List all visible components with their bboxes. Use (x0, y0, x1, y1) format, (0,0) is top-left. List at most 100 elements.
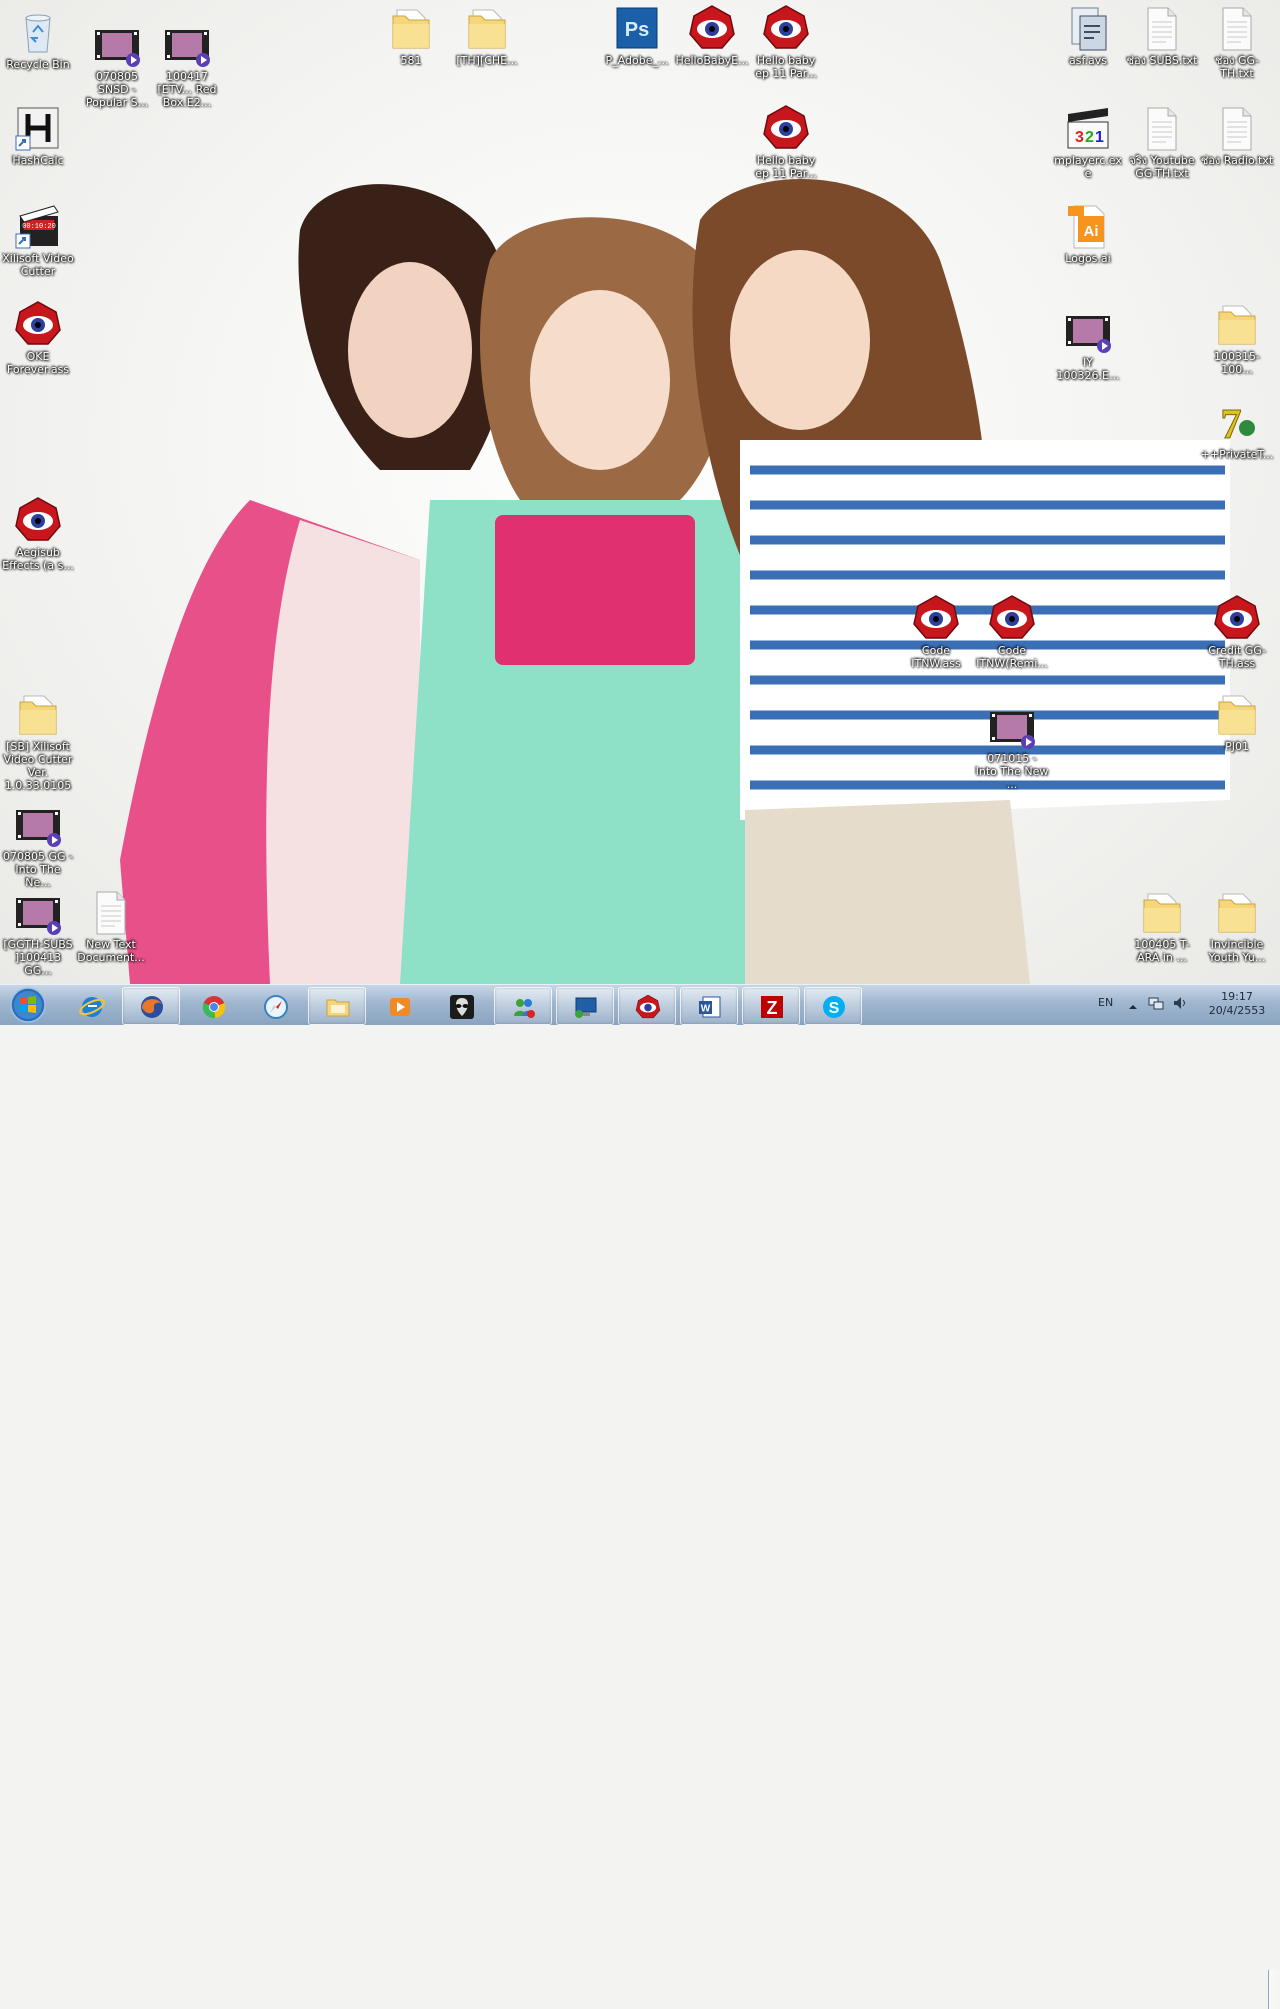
recycle-bin-icon (14, 8, 62, 56)
taskbar-button-alien[interactable] (432, 987, 490, 1025)
desktop-icon-label: P_Adobe_... (605, 54, 669, 67)
text-file-icon (1138, 4, 1186, 52)
desktop-icon-folder-581[interactable]: 581 (373, 4, 449, 67)
desktop-icon-folder-100405[interactable]: 100405 T-ARA in ... (1124, 888, 1200, 964)
video-file-icon (988, 702, 1036, 750)
aegisub-icon (14, 496, 62, 544)
text-file-icon (1213, 4, 1261, 52)
desktop-icon-radio-txt[interactable]: ช่อง Radio.txt (1199, 104, 1275, 167)
desktop-icon-folder-pj01[interactable]: PJ01 (1199, 690, 1275, 753)
desktop-icon-label: 071015 - Into The New ... (975, 752, 1049, 791)
text-file-icon (87, 888, 135, 936)
network-icon[interactable] (1148, 995, 1164, 1015)
video-file-icon (14, 800, 62, 848)
video-file-icon (1064, 306, 1112, 354)
desktop-icon-recycle-bin[interactable]: Recycle Bin (0, 8, 76, 71)
taskbar-button-media[interactable] (370, 987, 428, 1025)
taskbar-button-filezilla[interactable]: Z (742, 987, 800, 1025)
volume-icon[interactable] (1172, 995, 1188, 1015)
desktop-icon-label: asf.avs (1068, 54, 1108, 67)
video-file-icon (14, 888, 62, 936)
desktop-icon-video-100417[interactable]: 100417 [ETV... Red Box.E2... (149, 20, 225, 109)
show-hidden-icons-icon[interactable] (1128, 997, 1138, 1016)
desktop-icon-video-071015[interactable]: 071015 - Into The New ... (974, 702, 1050, 791)
desktop-icon-new-text-doc[interactable]: New Text Document... (73, 888, 149, 964)
desktop-icon-video-070805-gg[interactable]: 070805 GG - Into The Ne... (0, 800, 76, 889)
svg-text:W: W (701, 1004, 711, 1015)
taskbar-button-ie[interactable] (62, 987, 120, 1025)
desktop-icon-label: Code ITNW(Remi... (976, 644, 1048, 670)
desktop-icon-aegisub-effects[interactable]: Aegisub Effects (a s... (0, 496, 76, 572)
aegisub-icon (988, 594, 1036, 642)
notification-area: EN 19:17 20/4/2553 (1090, 985, 1280, 1025)
desktop-icon-aegisub-hellobaby-ep11-b[interactable]: Hello baby ep 11 Par... (748, 104, 824, 180)
taskbar-button-aegisub[interactable] (618, 987, 676, 1025)
desktop-icon-label: mplayerc.exe (1054, 154, 1122, 180)
clock[interactable]: 19:17 20/4/2553 (1202, 990, 1272, 1018)
desktop-icon-label: จริง Youtube GG-TH.txt (1129, 154, 1195, 180)
media-player-classic-icon: 321 (1064, 104, 1112, 152)
desktop-icon-private-tracker[interactable]: 7 ++PrivateT... (1199, 398, 1275, 462)
video-file-icon (93, 20, 141, 68)
desktop-icon-label: 070805 SNSD - Popular S... (85, 70, 149, 109)
show-desktop-button[interactable] (1268, 1970, 1280, 2009)
desktop-icon-label: [SB] Xilisoft Video Cutter Ver. 1.0.33.0… (3, 740, 73, 792)
desktop-icon-label: Xilisoft Video Cutter (2, 252, 74, 278)
desktop-icon-label: [GGTH-SUBS ]100413 GG... (3, 938, 73, 977)
start-button[interactable] (2, 986, 54, 1024)
desktop-icon-label: 581 (400, 54, 422, 67)
taskbar-button-word[interactable]: W (680, 987, 738, 1025)
taskbar-button-safari[interactable] (246, 987, 304, 1025)
taskbar-button-explorer[interactable] (308, 987, 366, 1025)
svg-text:Ps: Ps (625, 19, 649, 41)
desktop-icon-label: OKE Forever.ass (6, 350, 70, 376)
folder-icon (14, 690, 62, 738)
video-file-icon (163, 20, 211, 68)
svg-text:7: 7 (1221, 402, 1242, 446)
svg-text:Ai: Ai (1084, 223, 1099, 240)
desktop-icon-aegisub-hellobaby-ep11-a[interactable]: Hello baby ep 11 Par... (748, 4, 824, 80)
desktop-icon-credit-gg-th[interactable]: Credit GG-TH.ass (1199, 594, 1275, 670)
desktop-icon-folder-th-che[interactable]: [TH][CHE... (449, 4, 525, 67)
desktop-icon-mplayerc[interactable]: 3 2 1 mplayerc.exe (1050, 104, 1126, 180)
desktop-icon-gg-th-txt[interactable]: ช่อง GG-TH.txt (1199, 4, 1275, 80)
desktop-icon-xilisoft-cutter[interactable]: 00:10:20 Xilisoft Video Cutter (0, 202, 76, 278)
desktop-icon-oke-forever[interactable]: OKE Forever.ass (0, 300, 76, 376)
desktop-icon-iy-100326[interactable]: IY 100326.E... (1050, 306, 1126, 382)
illustrator-icon: Ai (1064, 202, 1112, 250)
desktop-icon-aegisub-hellobaby[interactable]: HelloBabyE... (674, 4, 750, 67)
language-indicator[interactable]: EN (1098, 996, 1113, 1009)
desktop-icon-psd-adobe[interactable]: Ps P_Adobe_... (599, 4, 675, 67)
taskbar-button-remote[interactable] (556, 987, 614, 1025)
desktop-icon-subs-txt[interactable]: ช่อง SUBS.txt (1124, 4, 1200, 67)
clock-date: 20/4/2553 (1208, 1004, 1266, 1017)
desktop-icon-code-itnw[interactable]: Code ITNW.ass (898, 594, 974, 670)
desktop-icon-asf-avs[interactable]: asf.avs (1050, 4, 1126, 67)
desktop-icon-youtube-gg-th[interactable]: จริง Youtube GG-TH.txt (1124, 104, 1200, 180)
svg-text:Z: Z (767, 998, 778, 1018)
desktop-icon-label: 100417 [ETV... Red Box.E2... (157, 70, 217, 109)
seven-zip-icon: 7 (1213, 398, 1261, 449)
desktop-icon-folder-100315[interactable]: 100315-100... (1199, 300, 1275, 376)
svg-text:1: 1 (1095, 129, 1104, 146)
wallpaper-figure-right (692, 179, 1230, 984)
desktop-icon-logos-ai[interactable]: Ai Logos.ai (1050, 202, 1126, 265)
desktop-icon-video-070805-snsd[interactable]: 070805 SNSD - Popular S... (79, 20, 155, 109)
taskbar-button-firefox[interactable] (122, 987, 180, 1025)
text-file-icon (1213, 104, 1261, 152)
hashcalc-icon (14, 104, 62, 152)
desktop-icon-label: Recycle Bin (6, 58, 70, 71)
desktop-icon-hashcalc[interactable]: HashCalc (0, 104, 76, 167)
taskbar-button-messenger[interactable] (494, 987, 552, 1025)
aegisub-icon (14, 300, 62, 348)
taskbar-button-chrome[interactable] (184, 987, 242, 1025)
aegisub-icon (762, 104, 810, 152)
text-file-icon (1138, 104, 1186, 152)
desktop-icon-label: Aegisub Effects (a s... (2, 546, 74, 572)
desktop-icon-code-itnw-remix[interactable]: Code ITNW(Remi... (974, 594, 1050, 670)
desktop-icon-video-ggth-subs[interactable]: [GGTH-SUBS ]100413 GG... (0, 888, 76, 977)
svg-text:00:10:20: 00:10:20 (22, 223, 56, 231)
desktop-icon-folder-invincible[interactable]: Invincible Youth Yu... (1199, 888, 1275, 964)
taskbar-button-skype[interactable]: S (804, 987, 862, 1025)
desktop-icon-folder-sb-xilisoft[interactable]: [SB] Xilisoft Video Cutter Ver. 1.0.33.0… (0, 690, 76, 792)
